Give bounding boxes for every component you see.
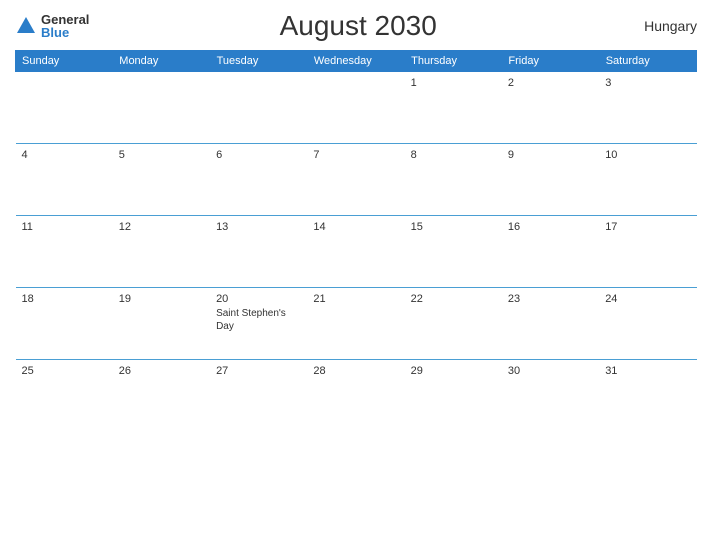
calendar-title: August 2030 <box>89 10 627 42</box>
day-number: 9 <box>508 149 593 161</box>
calendar-header: General Blue August 2030 Hungary <box>15 10 697 42</box>
table-row <box>210 72 307 144</box>
day-number: 5 <box>119 149 204 161</box>
calendar-week-row: 25 26 27 28 29 30 31 <box>16 360 697 432</box>
table-row: 29 <box>405 360 502 432</box>
day-number: 21 <box>313 293 398 305</box>
col-friday: Friday <box>502 51 599 72</box>
table-row: 5 <box>113 144 210 216</box>
table-row <box>113 72 210 144</box>
day-number: 18 <box>22 293 107 305</box>
table-row: 1 <box>405 72 502 144</box>
day-number: 1 <box>411 77 496 89</box>
col-thursday: Thursday <box>405 51 502 72</box>
table-row: 18 <box>16 288 113 360</box>
day-number: 14 <box>313 221 398 233</box>
table-row: 22 <box>405 288 502 360</box>
logo: General Blue <box>15 13 89 39</box>
table-row: 23 <box>502 288 599 360</box>
day-number: 23 <box>508 293 593 305</box>
table-row: 11 <box>16 216 113 288</box>
day-number: 27 <box>216 365 301 377</box>
calendar-table: Sunday Monday Tuesday Wednesday Thursday… <box>15 50 697 432</box>
calendar-week-row: 18 19 20 Saint Stephen's Day 21 22 23 24 <box>16 288 697 360</box>
country-label: Hungary <box>627 18 697 34</box>
table-row: 4 <box>16 144 113 216</box>
table-row: 6 <box>210 144 307 216</box>
table-row: 28 <box>307 360 404 432</box>
table-row: 3 <box>599 72 696 144</box>
table-row: 9 <box>502 144 599 216</box>
table-row: 20 Saint Stephen's Day <box>210 288 307 360</box>
event-label: Saint Stephen's Day <box>216 307 301 333</box>
col-wednesday: Wednesday <box>307 51 404 72</box>
col-sunday: Sunday <box>16 51 113 72</box>
table-row: 26 <box>113 360 210 432</box>
day-number: 22 <box>411 293 496 305</box>
day-number: 30 <box>508 365 593 377</box>
table-row: 2 <box>502 72 599 144</box>
day-number: 17 <box>605 221 690 233</box>
day-number: 15 <box>411 221 496 233</box>
table-row <box>307 72 404 144</box>
table-row: 27 <box>210 360 307 432</box>
day-number: 16 <box>508 221 593 233</box>
day-number: 12 <box>119 221 204 233</box>
table-row: 12 <box>113 216 210 288</box>
table-row <box>16 72 113 144</box>
table-row: 31 <box>599 360 696 432</box>
calendar-header-row: Sunday Monday Tuesday Wednesday Thursday… <box>16 51 697 72</box>
day-number: 19 <box>119 293 204 305</box>
calendar-week-row: 11 12 13 14 15 16 17 <box>16 216 697 288</box>
day-number: 26 <box>119 365 204 377</box>
col-monday: Monday <box>113 51 210 72</box>
table-row: 19 <box>113 288 210 360</box>
table-row: 15 <box>405 216 502 288</box>
day-number: 10 <box>605 149 690 161</box>
logo-blue: Blue <box>41 26 89 39</box>
table-row: 25 <box>16 360 113 432</box>
logo-text: General Blue <box>41 13 89 39</box>
day-number: 13 <box>216 221 301 233</box>
day-number: 7 <box>313 149 398 161</box>
day-number: 25 <box>22 365 107 377</box>
calendar-page: General Blue August 2030 Hungary Sunday … <box>0 0 712 550</box>
day-number: 3 <box>605 77 690 89</box>
calendar-week-row: 4567 89 10 <box>16 144 697 216</box>
table-row: 17 <box>599 216 696 288</box>
table-row: 30 <box>502 360 599 432</box>
day-number: 31 <box>605 365 690 377</box>
table-row: 21 <box>307 288 404 360</box>
day-number: 6 <box>216 149 301 161</box>
calendar-week-row: 123 <box>16 72 697 144</box>
table-row: 24 <box>599 288 696 360</box>
col-tuesday: Tuesday <box>210 51 307 72</box>
day-number: 28 <box>313 365 398 377</box>
table-row: 16 <box>502 216 599 288</box>
day-number: 2 <box>508 77 593 89</box>
day-number: 11 <box>22 221 107 233</box>
day-number: 4 <box>22 149 107 161</box>
day-number: 24 <box>605 293 690 305</box>
table-row: 8 <box>405 144 502 216</box>
day-number: 8 <box>411 149 496 161</box>
day-number: 20 <box>216 293 301 305</box>
table-row: 10 <box>599 144 696 216</box>
logo-icon <box>15 15 37 37</box>
col-saturday: Saturday <box>599 51 696 72</box>
table-row: 14 <box>307 216 404 288</box>
table-row: 13 <box>210 216 307 288</box>
day-number: 29 <box>411 365 496 377</box>
table-row: 7 <box>307 144 404 216</box>
